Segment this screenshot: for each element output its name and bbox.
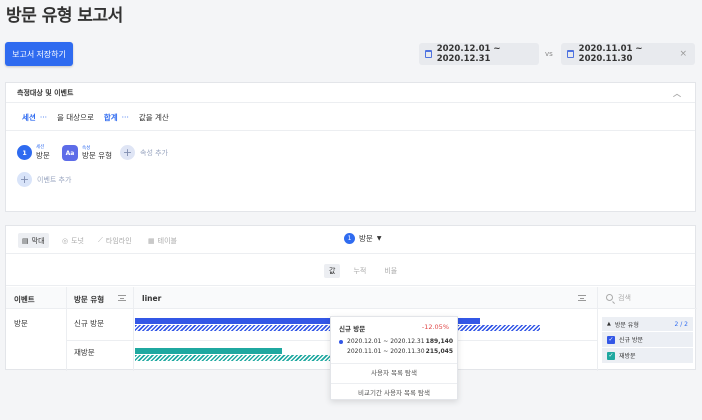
- add-attribute-button[interactable]: + 속성 추가: [120, 145, 168, 160]
- page-title: 방문 유형 보고서: [6, 6, 123, 26]
- tab-bar-label: 막대: [31, 236, 45, 245]
- attribute-type-icon: Aa: [62, 145, 78, 161]
- column-divider: [66, 287, 67, 371]
- sort-icon[interactable]: [578, 295, 586, 301]
- tab-timeline-label: 타임라인: [105, 236, 132, 245]
- tooltip-title: 신규 방문: [339, 325, 366, 333]
- view-tabs: ▤ 막대 ◎ 도넛 ⟋ 타임라인 ▦ 테이블 1 방문 ▼: [6, 226, 695, 254]
- legend-item[interactable]: ✓ 신규 방문: [602, 332, 693, 347]
- tab-cumulative[interactable]: 누적: [348, 264, 371, 278]
- tab-table[interactable]: ▦ 테이블: [144, 233, 181, 248]
- calendar-icon: [425, 50, 432, 58]
- aggregation-selector[interactable]: 합계: [104, 112, 118, 123]
- search-icon: [606, 294, 613, 301]
- add-event-button[interactable]: + 이벤트 추가: [17, 172, 71, 187]
- legend-search[interactable]: 검색: [598, 287, 697, 309]
- metric-selector[interactable]: 1 방문 ▼: [344, 233, 381, 244]
- close-icon[interactable]: ×: [679, 49, 687, 59]
- explore-users-link[interactable]: 사용자 목록 탐색: [331, 363, 457, 380]
- plus-icon: +: [17, 172, 32, 187]
- column-header-chart: liner: [142, 294, 162, 303]
- calendar-icon: [567, 50, 574, 58]
- tab-bar[interactable]: ▤ 막대: [18, 233, 49, 248]
- date-range-picker[interactable]: 2020.12.01 ~ 2020.12.31: [419, 43, 539, 65]
- target-suffix: 을 대상으로: [56, 113, 94, 122]
- measure-panel: 측정대상 및 이벤트 ︿ 세션 ··· 을 대상으로 합계 ··· 값을 계산 …: [5, 82, 696, 212]
- add-event-label: 이벤트 추가: [37, 175, 72, 184]
- tab-value[interactable]: 값: [324, 264, 341, 278]
- column-divider: [133, 287, 134, 371]
- tab-donut-label: 도넛: [71, 236, 84, 245]
- value-tabs: 값 누적 비율: [324, 264, 402, 278]
- sort-icon[interactable]: [118, 295, 126, 301]
- tooltip-row-compare: 2020.11.01 ~ 2020.11.30 215,045: [339, 348, 453, 355]
- legend-item[interactable]: ✓ 재방문: [602, 348, 693, 363]
- divider: [6, 130, 695, 131]
- measure-sentence: 세션 ··· 을 대상으로 합계 ··· 값을 계산: [22, 112, 169, 123]
- column-header-visit-type: 방문 유형: [74, 295, 105, 304]
- tooltip-row-current: 2020.12.01 ~ 2020.12.31 189,140: [339, 338, 453, 345]
- date-range-text: 2020.12.01 ~ 2020.12.31: [436, 44, 501, 64]
- cell-event: 방문: [14, 319, 28, 328]
- metric-index-badge: 1: [344, 233, 355, 244]
- explore-compare-users-link[interactable]: 비교기간 사용자 목록 탐색: [331, 383, 457, 400]
- page: 방문 유형 보고서 보고서 저장하기 2020.12.01 ~ 2020.12.…: [0, 0, 702, 420]
- tooltip-compare-range: 2020.11.01 ~ 2020.11.30: [347, 348, 425, 355]
- triangle-up-icon: ▲: [607, 321, 611, 327]
- tab-timeline[interactable]: ⟋ 타임라인: [94, 233, 136, 248]
- plus-icon: +: [120, 145, 135, 160]
- legend-group-header[interactable]: ▲ 방문 유형 2 / 2: [602, 317, 693, 331]
- bar-revisit-current[interactable]: [135, 348, 282, 354]
- table-icon: ▦: [148, 236, 155, 245]
- attribute-chip-label: 방문 유형: [82, 151, 112, 160]
- legend-group-label: 방문 유형: [614, 321, 639, 329]
- metric-label: 방문: [359, 234, 373, 243]
- tooltip-change: -12.05%: [421, 323, 449, 331]
- event-chip-label: 방문: [36, 150, 50, 160]
- aggregation-suffix: 값을 계산: [138, 113, 169, 122]
- measure-panel-header[interactable]: 측정대상 및 이벤트 ︿: [6, 83, 695, 103]
- event-chip-sublabel: 세션: [36, 145, 45, 150]
- measure-panel-title: 측정대상 및 이벤트: [17, 88, 74, 97]
- donut-icon: ◎: [62, 236, 69, 245]
- legend-count: 2 / 2: [674, 320, 688, 328]
- event-index-badge: 1: [17, 145, 32, 160]
- legend-panel: 검색 ▲ 방문 유형 2 / 2 ✓ 신규 방문 ✓ 재방문: [597, 287, 697, 371]
- compare-range-text: 2020.11.01 ~ 2020.11.30: [578, 44, 643, 64]
- target-more-icon[interactable]: ···: [40, 113, 47, 122]
- target-selector[interactable]: 세션: [22, 112, 36, 123]
- bar-tooltip: 신규 방문 -12.05% 2020.12.01 ~ 2020.12.31 18…: [330, 316, 458, 400]
- tooltip-compare-value: 215,045: [425, 348, 453, 355]
- vs-label: vs: [545, 50, 553, 58]
- aggregation-more-icon[interactable]: ···: [122, 113, 129, 122]
- dot-icon: [339, 339, 343, 344]
- cell-visit-type: 신규 방문: [74, 319, 104, 328]
- save-report-button[interactable]: 보고서 저장하기: [5, 42, 73, 66]
- column-header-event: 이벤트: [14, 295, 35, 304]
- tab-table-label: 테이블: [157, 236, 177, 245]
- value-tabs-row: 값 누적 비율: [6, 255, 695, 286]
- table-header: 이벤트 방문 유형 liner: [6, 287, 695, 309]
- bar-revisit-compare[interactable]: [135, 355, 333, 361]
- caret-down-icon: ▼: [376, 235, 382, 242]
- tooltip-current-range: 2020.12.01 ~ 2020.12.31: [347, 338, 425, 345]
- legend-item-label: 신규 방문: [619, 337, 643, 344]
- tab-ratio[interactable]: 비율: [379, 264, 402, 278]
- checkbox-checked-icon[interactable]: ✓: [607, 335, 615, 344]
- legend-item-label: 재방문: [619, 353, 636, 360]
- legend-search-placeholder: 검색: [618, 293, 631, 302]
- cell-visit-type: 재방문: [74, 348, 95, 357]
- chevron-up-icon[interactable]: ︿: [673, 88, 681, 99]
- attribute-chip[interactable]: Aa 속성 방문 유형: [62, 145, 112, 161]
- event-chip[interactable]: 1 세션 방문: [17, 145, 50, 160]
- tab-donut[interactable]: ◎ 도넛: [58, 233, 88, 248]
- compare-range-picker[interactable]: 2020.11.01 ~ 2020.11.30 ×: [561, 43, 695, 65]
- checkbox-checked-icon[interactable]: ✓: [607, 351, 615, 360]
- add-attribute-label: 속성 추가: [140, 148, 168, 157]
- bar-icon: ▤: [22, 236, 29, 245]
- tooltip-current-value: 189,140: [425, 338, 453, 345]
- timeline-icon: ⟋: [98, 236, 103, 244]
